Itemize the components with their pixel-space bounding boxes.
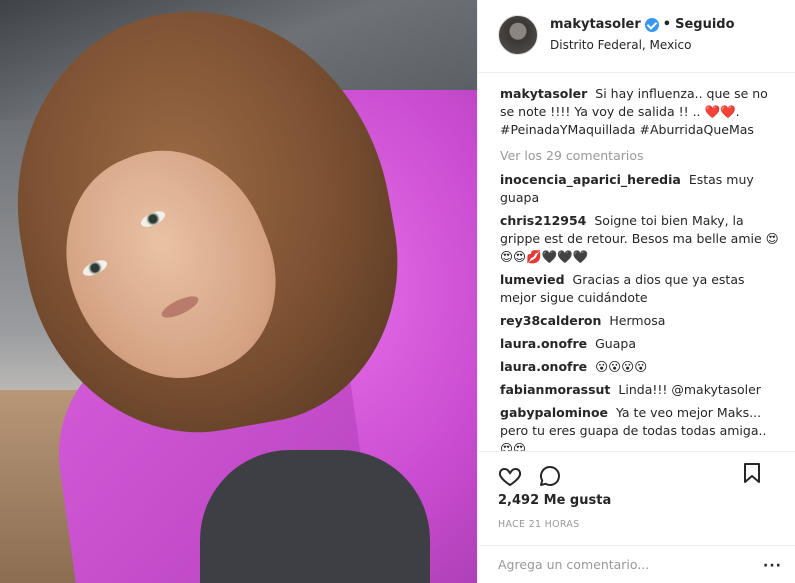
post-side-panel: makytasoler • Seguido Distrito Federal, … [477, 0, 795, 583]
comment-text: 😮😮😮😮 [595, 359, 648, 374]
comment-text: Linda!!! @makytasoler [618, 382, 761, 397]
location-link[interactable]: Distrito Federal, Mexico [550, 38, 735, 52]
comment-item: chris212954 Soigne toi bien Maky, la gri… [500, 212, 780, 266]
header-text: makytasoler • Seguido Distrito Federal, … [550, 15, 735, 52]
verified-badge-icon [644, 17, 659, 32]
comment-author[interactable]: fabianmorassut [500, 382, 610, 397]
comment-text: Guapa [595, 336, 636, 351]
comment-item: laura.onofre 😮😮😮😮 [500, 358, 780, 376]
caption-author[interactable]: makytasoler [500, 86, 587, 101]
more-options-icon[interactable]: ··· [763, 558, 782, 574]
comment-item: inocencia_aparici_heredia Estas muy guap… [500, 171, 780, 207]
photo-pillow [200, 450, 430, 583]
comment-item: lumevied Gracias a dios que ya estas mej… [500, 271, 780, 307]
likes-count[interactable]: 2,492 Me gusta [498, 493, 611, 508]
bookmark-icon[interactable] [742, 462, 766, 486]
action-bar [478, 451, 795, 491]
comment-author[interactable]: gabypalominoe [500, 405, 608, 420]
comment-text: Hermosa [609, 313, 666, 328]
comments-list[interactable]: makytasoler Si hay influenza.. que se no… [478, 73, 795, 451]
comment-item: laura.onofre Guapa [500, 335, 780, 353]
avatar[interactable] [498, 15, 538, 55]
post-photo[interactable] [0, 0, 477, 583]
post-timestamp: HACE 21 HORAS [498, 519, 580, 530]
separator-dot: • [662, 17, 672, 32]
follow-status-button[interactable]: Seguido [675, 17, 734, 32]
view-all-comments-link[interactable]: Ver los 29 comentarios [500, 147, 780, 165]
comment-author[interactable]: lumevied [500, 272, 565, 287]
comment-author[interactable]: chris212954 [500, 213, 586, 228]
comment-item: gabypalominoe Ya te veo mejor Maks... pe… [500, 404, 780, 451]
caption: makytasoler Si hay influenza.. que se no… [500, 85, 780, 139]
header-username[interactable]: makytasoler [550, 17, 641, 32]
comment-author[interactable]: rey38calderon [500, 313, 601, 328]
instagram-post: makytasoler • Seguido Distrito Federal, … [0, 0, 795, 583]
comment-author[interactable]: laura.onofre [500, 336, 587, 351]
comment-author[interactable]: inocencia_aparici_heredia [500, 172, 681, 187]
heart-outline-icon[interactable] [498, 464, 522, 488]
user-line: makytasoler • Seguido [550, 17, 735, 32]
comment-input[interactable] [498, 557, 758, 572]
comment-author[interactable]: laura.onofre [500, 359, 587, 374]
speech-bubble-icon[interactable] [538, 464, 562, 488]
comment-item: fabianmorassut Linda!!! @makytasoler [500, 381, 780, 399]
comment-item: rey38calderon Hermosa [500, 312, 780, 330]
add-comment-bar: ··· [478, 545, 795, 583]
post-header: makytasoler • Seguido Distrito Federal, … [478, 0, 795, 73]
